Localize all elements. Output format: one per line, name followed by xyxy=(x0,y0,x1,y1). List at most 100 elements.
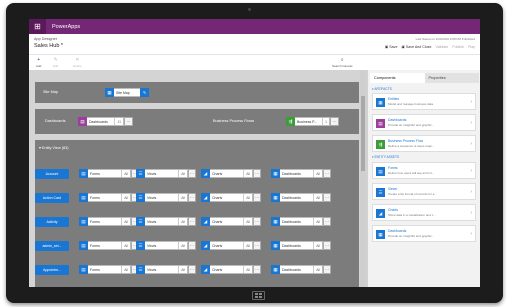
search-icon: ⌕ xyxy=(340,57,344,63)
save-and-close-button[interactable]: ▣ Save And Close xyxy=(401,45,431,49)
all-toggle[interactable]: All xyxy=(243,194,252,201)
artifacts-header[interactable]: ▾ ARTIFACTS xyxy=(372,87,392,91)
entity-charts-tile[interactable]: ◢ Charts All xyxy=(201,265,253,274)
entity-dashboards-tile[interactable]: ▦ Dashboards All xyxy=(271,193,323,202)
entity-views-tile[interactable]: ☰ Views All xyxy=(136,217,188,226)
entity-views-menu-button[interactable]: ⋯ xyxy=(188,241,196,250)
entity-charts-tile[interactable]: ◢ Charts All xyxy=(201,169,253,178)
windows-home-icon[interactable] xyxy=(252,291,265,300)
all-toggle[interactable]: All xyxy=(313,266,322,273)
entity-dashboards-menu-button[interactable]: ⋯ xyxy=(323,193,331,202)
entity-button[interactable]: admin_set... xyxy=(35,241,69,251)
component-card[interactable]: ▦ Dashboards Provide an insightful and gra… xyxy=(372,225,476,242)
entity-charts-tile[interactable]: ◢ Charts All xyxy=(201,193,253,202)
all-toggle[interactable]: All xyxy=(243,242,252,249)
charts-icon: ◢ xyxy=(201,265,210,274)
all-toggle[interactable]: All xyxy=(243,170,252,177)
entity-views-tile[interactable]: ☰ Views All xyxy=(136,169,188,178)
charts-label: Charts xyxy=(212,171,223,176)
canvas-scrollbar[interactable] xyxy=(360,70,366,287)
entity-views-menu-button[interactable]: ⋯ xyxy=(188,169,196,178)
component-card[interactable]: ▤ Dashboards Provide an insightful and gra… xyxy=(372,114,476,131)
entity-views-menu-button[interactable]: ⋯ xyxy=(188,217,196,226)
all-toggle[interactable]: All xyxy=(313,170,322,177)
entity-dashboards-menu-button[interactable]: ⋯ xyxy=(323,265,331,274)
all-toggle[interactable]: All xyxy=(121,170,130,177)
component-card[interactable]: ⇶ Business Process Flow Define a sequence … xyxy=(372,135,476,152)
entity-charts-menu-button[interactable]: ⋯ xyxy=(253,217,261,226)
entity-dashboards-tile[interactable]: ▦ Dashboards All xyxy=(271,169,323,178)
entity-forms-tile[interactable]: ▤ Forms All xyxy=(79,169,131,178)
entity-charts-menu-button[interactable]: ⋯ xyxy=(253,169,261,178)
entity-dashboards-tile[interactable]: ▦ Dashboards All xyxy=(271,217,323,226)
entity-views-tile[interactable]: ☰ Views All xyxy=(136,193,188,202)
entity-button[interactable]: Activity xyxy=(35,217,69,227)
entity-assets-header[interactable]: ▾ ENTITY ASSETS xyxy=(372,155,399,159)
entity-forms-tile[interactable]: ▤ Forms All xyxy=(79,241,131,250)
validate-button[interactable]: Validate xyxy=(435,45,448,49)
all-toggle[interactable]: All xyxy=(243,218,252,225)
entity-views-menu-button[interactable]: ⋯ xyxy=(188,193,196,202)
edit-button[interactable]: ✎ Edit xyxy=(53,57,58,68)
entity-dashboards-tile[interactable]: ▦ Dashboards All xyxy=(271,265,323,274)
scrollbar-thumb[interactable] xyxy=(361,96,365,171)
entity-forms-tile[interactable]: ▤ Forms All xyxy=(79,265,131,274)
entity-forms-tile[interactable]: ▤ Forms All xyxy=(79,217,131,226)
entity-charts-tile[interactable]: ◢ Charts All xyxy=(201,217,253,226)
entity-forms-tile[interactable]: ▤ Forms All xyxy=(79,193,131,202)
add-button[interactable]: + Add xyxy=(36,57,41,68)
entity-dashboards-menu-button[interactable]: ⋯ xyxy=(323,217,331,226)
chevron-right-icon: › xyxy=(470,168,472,174)
component-card[interactable]: ☰ Views Create a list format of records fo… xyxy=(372,183,476,200)
entity-dashboards-menu-button[interactable]: ⋯ xyxy=(323,241,331,250)
entity-button[interactable]: Action Card xyxy=(35,193,69,203)
tab-properties[interactable]: Properties xyxy=(425,73,480,83)
waffle-icon[interactable]: ⊞ xyxy=(29,19,46,34)
views-label: Views xyxy=(147,195,157,200)
entity-charts-menu-button[interactable]: ⋯ xyxy=(253,193,261,202)
entity-views-menu-button[interactable]: ⋯ xyxy=(188,265,196,274)
play-button[interactable]: Play xyxy=(468,45,475,49)
component-card[interactable]: ◢ Charts Show data in a visualization and … xyxy=(372,204,476,221)
bpf-menu-button[interactable]: ⋯ xyxy=(330,117,339,126)
bpf-tile[interactable]: ⇶ Business P... 1 xyxy=(286,117,330,126)
all-toggle[interactable]: All xyxy=(243,266,252,273)
forms-label: Forms xyxy=(90,219,100,224)
all-toggle[interactable]: All xyxy=(178,242,187,249)
all-toggle[interactable]: All xyxy=(178,218,187,225)
tab-components[interactable]: Components xyxy=(370,73,425,83)
dashboards-tile[interactable]: ▤ Dashboards 11 xyxy=(78,117,124,126)
all-toggle[interactable]: All xyxy=(121,242,130,249)
search-canvas-button[interactable]: ⌕ Search Canvas xyxy=(332,57,353,68)
views-icon: ☰ xyxy=(136,241,145,250)
entity-charts-tile[interactable]: ◢ Charts All xyxy=(201,241,253,250)
save-button[interactable]: ▣ Save xyxy=(385,45,398,49)
all-toggle[interactable]: All xyxy=(178,266,187,273)
component-card[interactable]: ▤ Forms Define how users will see and int.… xyxy=(372,162,476,179)
entity-button[interactable]: Account xyxy=(35,169,69,179)
entity-button[interactable]: Appointm... xyxy=(35,265,69,275)
component-card[interactable]: ▦ Entities Model and manage business data › xyxy=(372,93,476,110)
all-toggle[interactable]: All xyxy=(178,194,187,201)
dashboards-menu-button[interactable]: ⋯ xyxy=(124,117,133,126)
all-toggle[interactable]: All xyxy=(121,218,130,225)
forms-icon: ▤ xyxy=(79,169,88,178)
entity-dashboards-tile[interactable]: ▦ Dashboards All xyxy=(271,241,323,250)
entity-views-tile[interactable]: ☰ Views All xyxy=(136,241,188,250)
all-toggle[interactable]: All xyxy=(313,218,322,225)
all-toggle[interactable]: All xyxy=(121,194,130,201)
entity-view-header[interactable]: ▾ Entity View (83) xyxy=(39,145,69,150)
all-toggle[interactable]: All xyxy=(178,170,187,177)
entity-charts-menu-button[interactable]: ⋯ xyxy=(253,241,261,250)
all-toggle[interactable]: All xyxy=(121,266,130,273)
forms-label: Forms xyxy=(90,267,100,272)
edit-sitemap-button[interactable]: ✎ xyxy=(140,88,149,97)
publish-button[interactable]: Publish xyxy=(452,45,464,49)
entity-views-tile[interactable]: ☰ Views All xyxy=(136,265,188,274)
delete-button[interactable]: ✕ Delete xyxy=(73,57,82,68)
entity-dashboards-menu-button[interactable]: ⋯ xyxy=(323,169,331,178)
entity-charts-menu-button[interactable]: ⋯ xyxy=(253,265,261,274)
all-toggle[interactable]: All xyxy=(313,242,322,249)
sitemap-tile[interactable]: ▦ Site Map xyxy=(105,88,141,97)
all-toggle[interactable]: All xyxy=(313,194,322,201)
